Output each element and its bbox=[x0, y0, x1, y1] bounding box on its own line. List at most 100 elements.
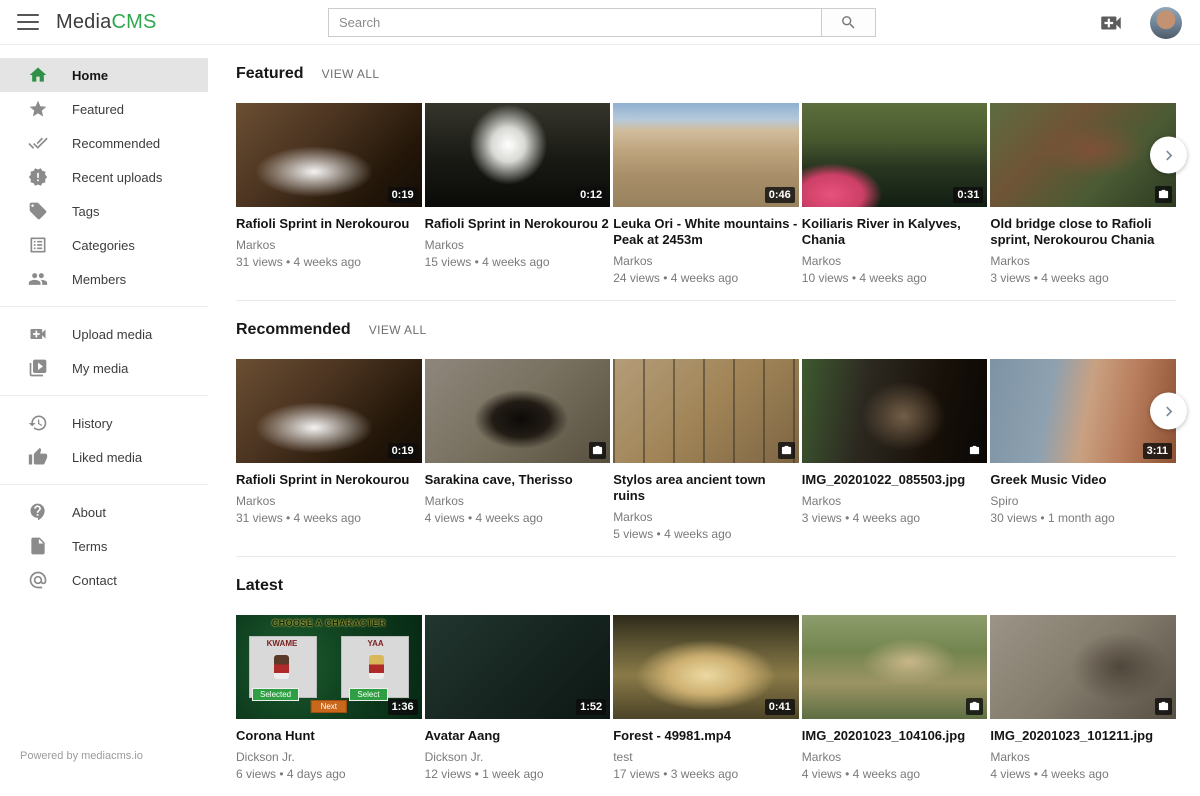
media-author[interactable]: Dickson Jr. bbox=[425, 750, 611, 764]
duration-badge: 0:12 bbox=[576, 187, 606, 203]
media-thumbnail-koiliaris-river-in-kalyves-chania[interactable]: 0:31 bbox=[802, 103, 988, 207]
camera-icon bbox=[1158, 701, 1169, 712]
media-card: 1:52 Avatar Aang Dickson Jr. 12 views • … bbox=[425, 615, 611, 781]
media-title[interactable]: Rafioli Sprint in Nerokourou bbox=[236, 216, 422, 232]
media-author[interactable]: Markos bbox=[802, 254, 988, 268]
media-title[interactable]: Koiliaris River in Kalyves, Chania bbox=[802, 216, 988, 248]
media-thumbnail-img-20201023-104106-jpg[interactable] bbox=[802, 615, 988, 719]
media-meta: 4 views • 4 weeks ago bbox=[802, 767, 988, 781]
media-thumbnail-sarakina-cave-therisso[interactable] bbox=[425, 359, 611, 463]
media-thumbnail-greek-music-video[interactable]: 3:11 bbox=[990, 359, 1176, 463]
sidebar-item-featured[interactable]: Featured bbox=[0, 92, 208, 126]
media-title[interactable]: Stylos area ancient town ruins bbox=[613, 472, 799, 504]
sidebar-item-tags[interactable]: Tags bbox=[0, 194, 208, 228]
thumb-overlay-char-right bbox=[369, 655, 384, 679]
media-author[interactable]: Dickson Jr. bbox=[236, 750, 422, 764]
media-card: IMG_20201023_101211.jpg Markos 4 views •… bbox=[990, 615, 1176, 781]
sidebar-item-label: Featured bbox=[72, 102, 124, 117]
sidebar-item-home[interactable]: Home bbox=[0, 58, 208, 92]
media-title[interactable]: Rafioli Sprint in Nerokourou bbox=[236, 472, 422, 488]
next-arrow-button[interactable] bbox=[1150, 393, 1187, 430]
sidebar-item-about[interactable]: About bbox=[0, 495, 208, 529]
media-author[interactable]: test bbox=[613, 750, 799, 764]
media-author[interactable]: Markos bbox=[802, 750, 988, 764]
media-meta: 5 views • 4 weeks ago bbox=[613, 527, 799, 541]
sidebar-nav: Home Featured Recommended Recent uploads… bbox=[0, 58, 208, 597]
media-meta: 4 views • 4 weeks ago bbox=[990, 767, 1176, 781]
media-thumbnail-old-bridge-close-to-rafioli-sprint-nerokourou-chania[interactable] bbox=[990, 103, 1176, 207]
sidebar-item-label: Members bbox=[72, 272, 126, 287]
media-author[interactable]: Markos bbox=[425, 494, 611, 508]
camera-icon bbox=[781, 445, 792, 456]
search-button[interactable] bbox=[821, 8, 876, 37]
media-thumbnail-img-20201023-101211-jpg[interactable] bbox=[990, 615, 1176, 719]
media-title[interactable]: Corona Hunt bbox=[236, 728, 422, 744]
media-author[interactable]: Markos bbox=[613, 254, 799, 268]
sidebar-item-upload-media[interactable]: Upload media bbox=[0, 317, 208, 351]
app-logo[interactable]: MediaCMS bbox=[56, 11, 157, 34]
sidebar-group: About Terms Contact bbox=[0, 484, 208, 597]
media-title[interactable]: Rafioli Sprint in Nerokourou 2 bbox=[425, 216, 611, 232]
media-author[interactable]: Markos bbox=[990, 254, 1176, 268]
media-thumbnail-rafioli-sprint-in-nerokourou[interactable]: 0:19 bbox=[236, 103, 422, 207]
section-latest: Latest CHOOSE A CHARACTERKWAMEYAASelecte… bbox=[236, 557, 1176, 796]
media-author[interactable]: Markos bbox=[613, 510, 799, 524]
media-title[interactable]: Greek Music Video bbox=[990, 472, 1176, 488]
photo-badge bbox=[966, 442, 983, 459]
media-title[interactable]: Old bridge close to Rafioli sprint, Nero… bbox=[990, 216, 1176, 248]
media-card: IMG_20201022_085503.jpg Markos 3 views •… bbox=[802, 359, 988, 541]
media-thumbnail-corona-hunt[interactable]: CHOOSE A CHARACTERKWAMEYAASelectedNextSe… bbox=[236, 615, 422, 719]
media-thumbnail-rafioli-sprint-in-nerokourou-2[interactable]: 0:12 bbox=[425, 103, 611, 207]
next-arrow-button[interactable] bbox=[1150, 137, 1187, 174]
section-title: Recommended bbox=[236, 321, 351, 339]
media-thumbnail-forest-49981-mp4[interactable]: 0:41 bbox=[613, 615, 799, 719]
media-author[interactable]: Markos bbox=[802, 494, 988, 508]
thumb-overlay-btn-select: Select bbox=[349, 688, 387, 701]
media-title[interactable]: IMG_20201022_085503.jpg bbox=[802, 472, 988, 488]
sidebar-item-categories[interactable]: Categories bbox=[0, 228, 208, 262]
thumb-overlay-char-left bbox=[274, 655, 289, 679]
logo-text-cms: CMS bbox=[111, 11, 156, 33]
sidebar-item-contact[interactable]: Contact bbox=[0, 563, 208, 597]
duration-badge: 3:11 bbox=[1143, 443, 1172, 459]
powered-by[interactable]: Powered by mediacms.io bbox=[20, 750, 143, 762]
media-title[interactable]: Avatar Aang bbox=[425, 728, 611, 744]
sidebar-item-label: Tags bbox=[72, 204, 99, 219]
media-author[interactable]: Spiro bbox=[990, 494, 1176, 508]
media-title[interactable]: Sarakina cave, Therisso bbox=[425, 472, 611, 488]
upload-media-icon[interactable] bbox=[1098, 10, 1124, 36]
user-avatar[interactable] bbox=[1150, 7, 1182, 39]
media-card: 3:11 Greek Music Video Spiro 30 views • … bbox=[990, 359, 1176, 541]
media-author[interactable]: Markos bbox=[236, 238, 422, 252]
view-all-link[interactable]: VIEW ALL bbox=[369, 323, 427, 337]
search-input[interactable] bbox=[328, 8, 821, 37]
media-thumbnail-rafioli-sprint-in-nerokourou[interactable]: 0:19 bbox=[236, 359, 422, 463]
video-library-icon bbox=[28, 358, 48, 378]
sidebar-item-recent-uploads[interactable]: Recent uploads bbox=[0, 160, 208, 194]
duration-badge: 0:19 bbox=[388, 443, 418, 459]
menu-icon[interactable] bbox=[17, 14, 39, 30]
sidebar-item-liked-media[interactable]: Liked media bbox=[0, 440, 208, 474]
sidebar-item-members[interactable]: Members bbox=[0, 262, 208, 296]
media-thumbnail-leuka-ori-white-mountains-peak-at-2453m[interactable]: 0:46 bbox=[613, 103, 799, 207]
sidebar-item-terms[interactable]: Terms bbox=[0, 529, 208, 563]
camera-icon bbox=[969, 701, 980, 712]
media-title[interactable]: IMG_20201023_101211.jpg bbox=[990, 728, 1176, 744]
media-thumbnail-img-20201022-085503-jpg[interactable] bbox=[802, 359, 988, 463]
media-author[interactable]: Markos bbox=[236, 494, 422, 508]
media-author[interactable]: Markos bbox=[990, 750, 1176, 764]
sidebar-item-recommended[interactable]: Recommended bbox=[0, 126, 208, 160]
media-thumbnail-stylos-area-ancient-town-ruins[interactable] bbox=[613, 359, 799, 463]
view-all-link[interactable]: VIEW ALL bbox=[322, 67, 380, 81]
media-title[interactable]: IMG_20201023_104106.jpg bbox=[802, 728, 988, 744]
media-author[interactable]: Markos bbox=[425, 238, 611, 252]
media-card: CHOOSE A CHARACTERKWAMEYAASelectedNextSe… bbox=[236, 615, 422, 781]
sidebar-item-label: Liked media bbox=[72, 450, 142, 465]
sidebar-item-my-media[interactable]: My media bbox=[0, 351, 208, 385]
thumb-overlay-title: CHOOSE A CHARACTER bbox=[236, 618, 422, 628]
thumb-overlay-btn-selected: Selected bbox=[252, 688, 299, 701]
media-title[interactable]: Forest - 49981.mp4 bbox=[613, 728, 799, 744]
media-title[interactable]: Leuka Ori - White mountains - Peak at 24… bbox=[613, 216, 799, 248]
sidebar-item-history[interactable]: History bbox=[0, 406, 208, 440]
media-thumbnail-avatar-aang[interactable]: 1:52 bbox=[425, 615, 611, 719]
